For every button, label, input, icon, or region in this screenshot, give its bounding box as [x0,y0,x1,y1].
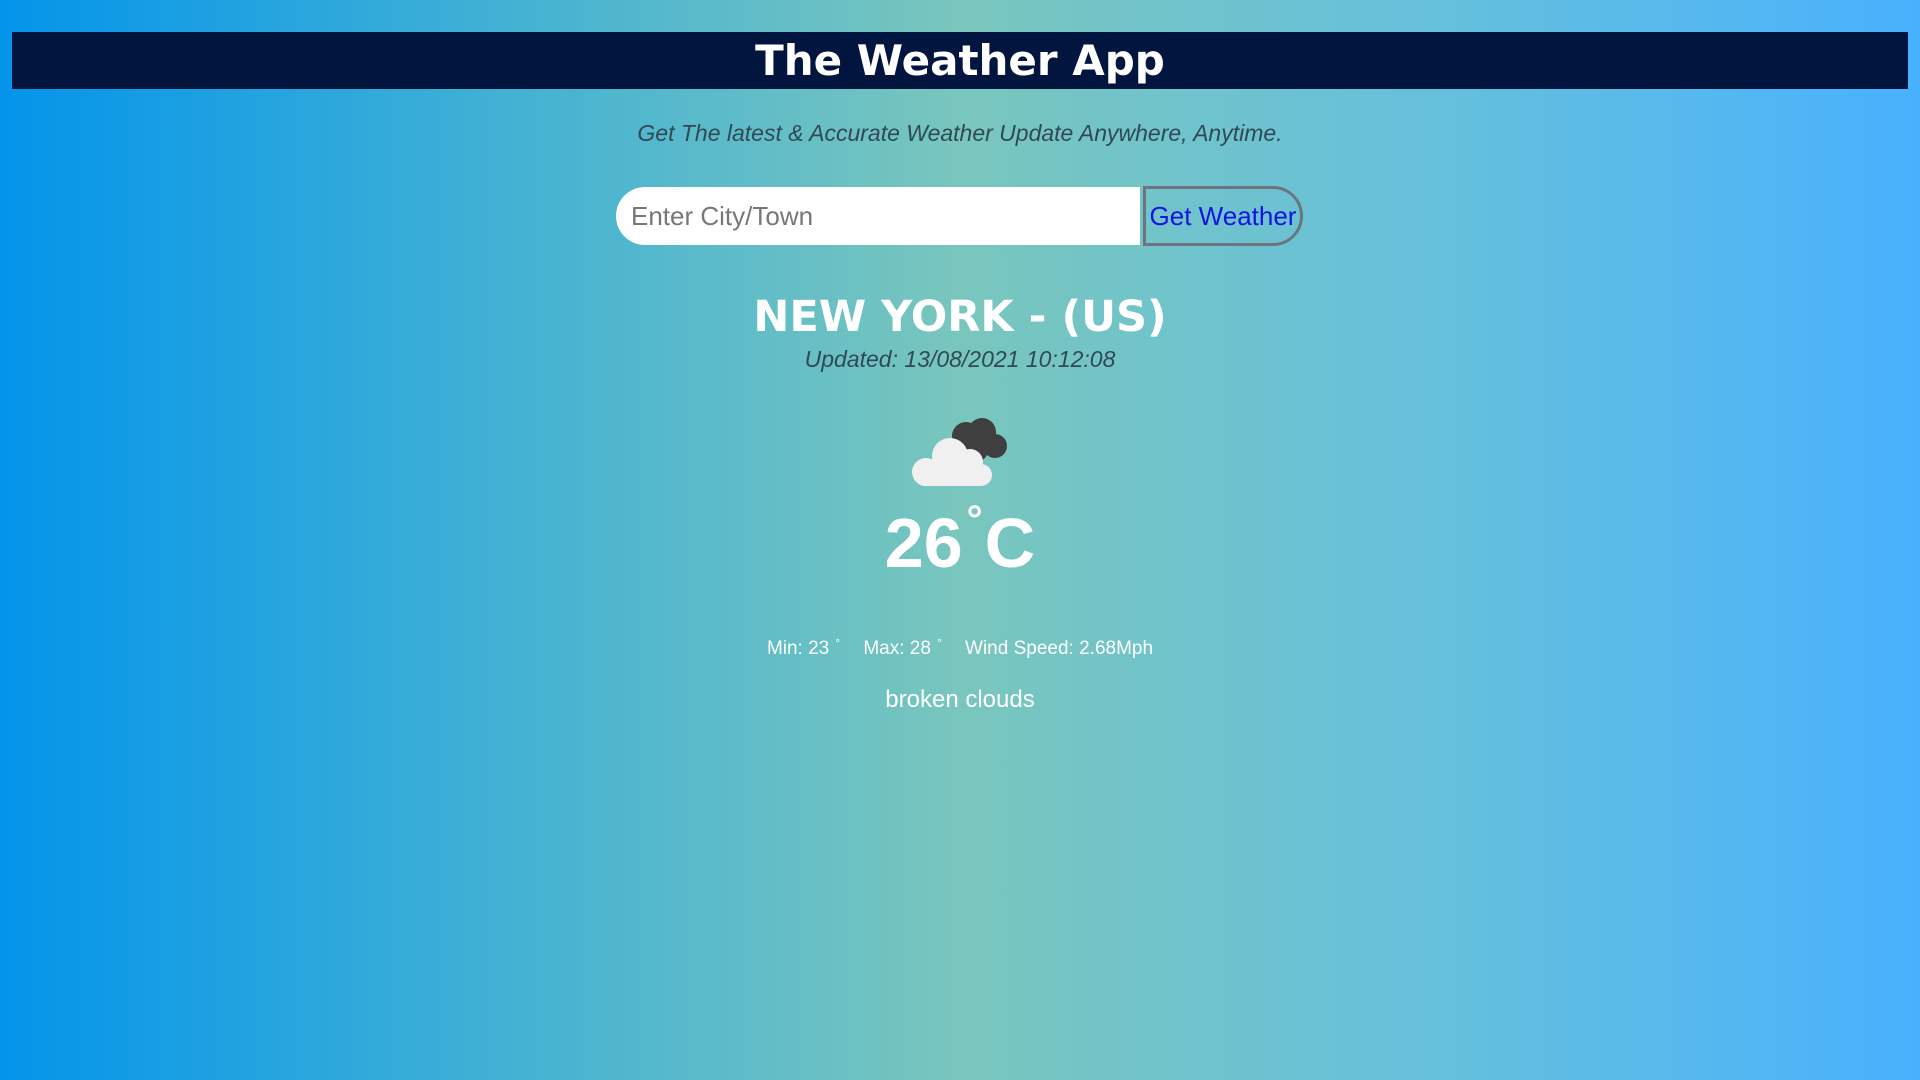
max-temp-label: Max: 28 [863,638,931,660]
max-degree-symbol: ° [936,636,942,650]
broken-clouds-icon [904,412,1016,488]
location-title: NEW YORK - (US) [753,292,1167,342]
weather-description: broken clouds [885,686,1035,713]
tagline: Get The latest & Accurate Weather Update… [637,120,1283,146]
temperature: 26 °C [0,500,1920,578]
min-degree-symbol: ° [835,636,841,650]
temperature-unit: C [984,504,1036,582]
get-weather-button[interactable]: Get Weather [1143,186,1303,246]
weather-details: Min: 23 ° Max: 28 ° Wind Speed: 2.68Mph [0,636,1920,660]
city-search-input[interactable] [616,187,1140,245]
updated-timestamp: Updated: 13/08/2021 10:12:08 [804,346,1116,372]
app-header: The Weather App [12,32,1908,89]
temperature-value: 26 [884,504,963,582]
min-temp-label: Min: 23 [766,638,830,660]
min-temp: Min: 23 ° [766,636,841,660]
search-bar: Get Weather [616,186,1303,246]
degree-symbol: ° [966,498,983,542]
wind-speed: Wind Speed: 2.68Mph [965,638,1154,660]
max-temp: Max: 28 ° [863,636,942,660]
app-title: The Weather App [755,36,1165,85]
